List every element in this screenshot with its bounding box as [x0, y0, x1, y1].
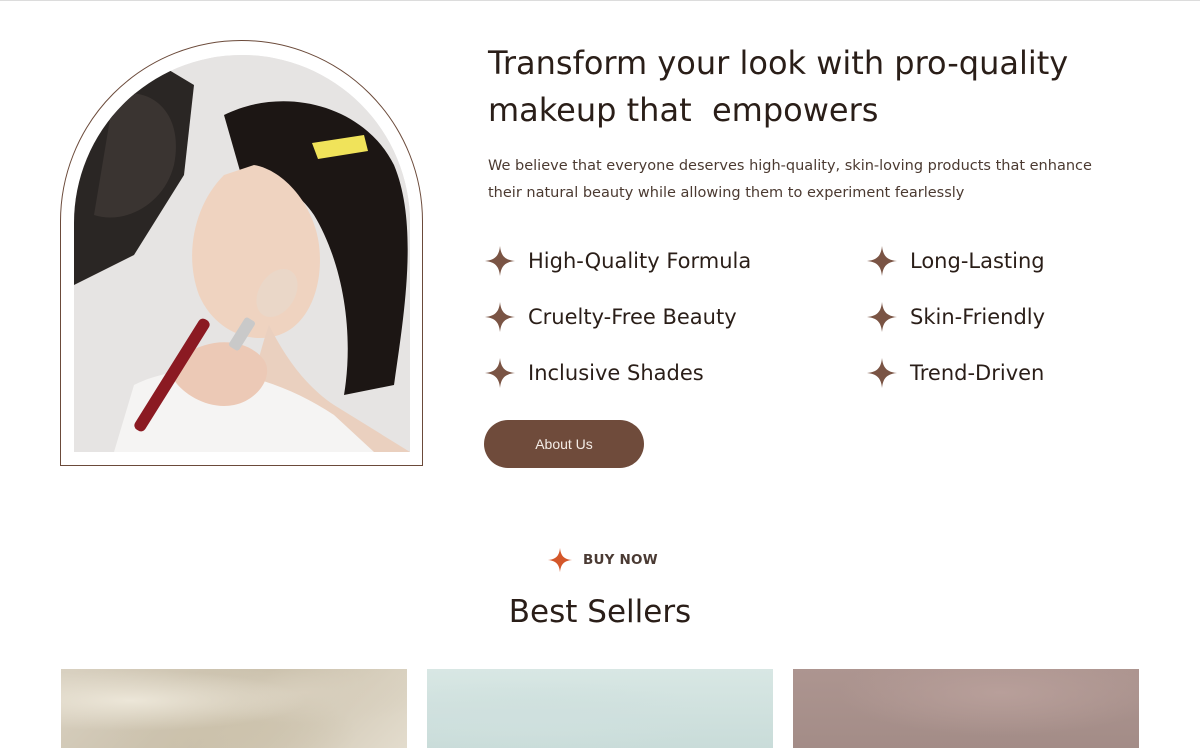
hero-headline-line-2: makeup that empowers [488, 91, 879, 129]
product-card-image[interactable] [61, 669, 407, 748]
product-card-image[interactable] [427, 669, 773, 748]
buy-now-label: BUY NOW [583, 552, 658, 568]
four-point-star-icon [867, 246, 897, 276]
feature-item-skin-friendly: Skin-Friendly [866, 301, 1045, 333]
four-point-star-icon [485, 302, 515, 332]
feature-item-high-quality: High-Quality Formula [484, 245, 751, 277]
feature-label: High-Quality Formula [528, 249, 752, 273]
header-divider [0, 0, 1200, 1]
hero-headline: Transform your look with pro-quality mak… [488, 40, 1128, 134]
four-point-star-icon [867, 358, 897, 388]
hero-headline-line-1: Transform your look with pro-quality [488, 44, 1069, 82]
feature-label: Cruelty-Free Beauty [528, 305, 737, 329]
about-us-button[interactable]: About Us [484, 420, 644, 468]
feature-label: Trend-Driven [910, 361, 1045, 385]
four-point-star-icon [485, 246, 515, 276]
feature-item-inclusive-shades: Inclusive Shades [484, 357, 704, 389]
feature-label: Skin-Friendly [910, 305, 1046, 329]
four-point-star-icon [485, 358, 515, 388]
product-card-image[interactable] [793, 669, 1139, 748]
feature-label: Inclusive Shades [528, 361, 704, 385]
hero-image [74, 55, 410, 452]
buy-now-eyebrow: BUY NOW [547, 546, 658, 574]
feature-item-long-lasting: Long-Lasting [866, 245, 1045, 277]
four-point-star-icon [547, 547, 573, 573]
feature-label: Long-Lasting [910, 249, 1045, 273]
four-point-star-icon [867, 302, 897, 332]
hero-description: We believe that everyone deserves high-q… [488, 158, 1092, 201]
feature-item-cruelty-free: Cruelty-Free Beauty [484, 301, 737, 333]
best-sellers-title: Best Sellers [508, 594, 692, 630]
feature-item-trend-driven: Trend-Driven [866, 357, 1044, 389]
